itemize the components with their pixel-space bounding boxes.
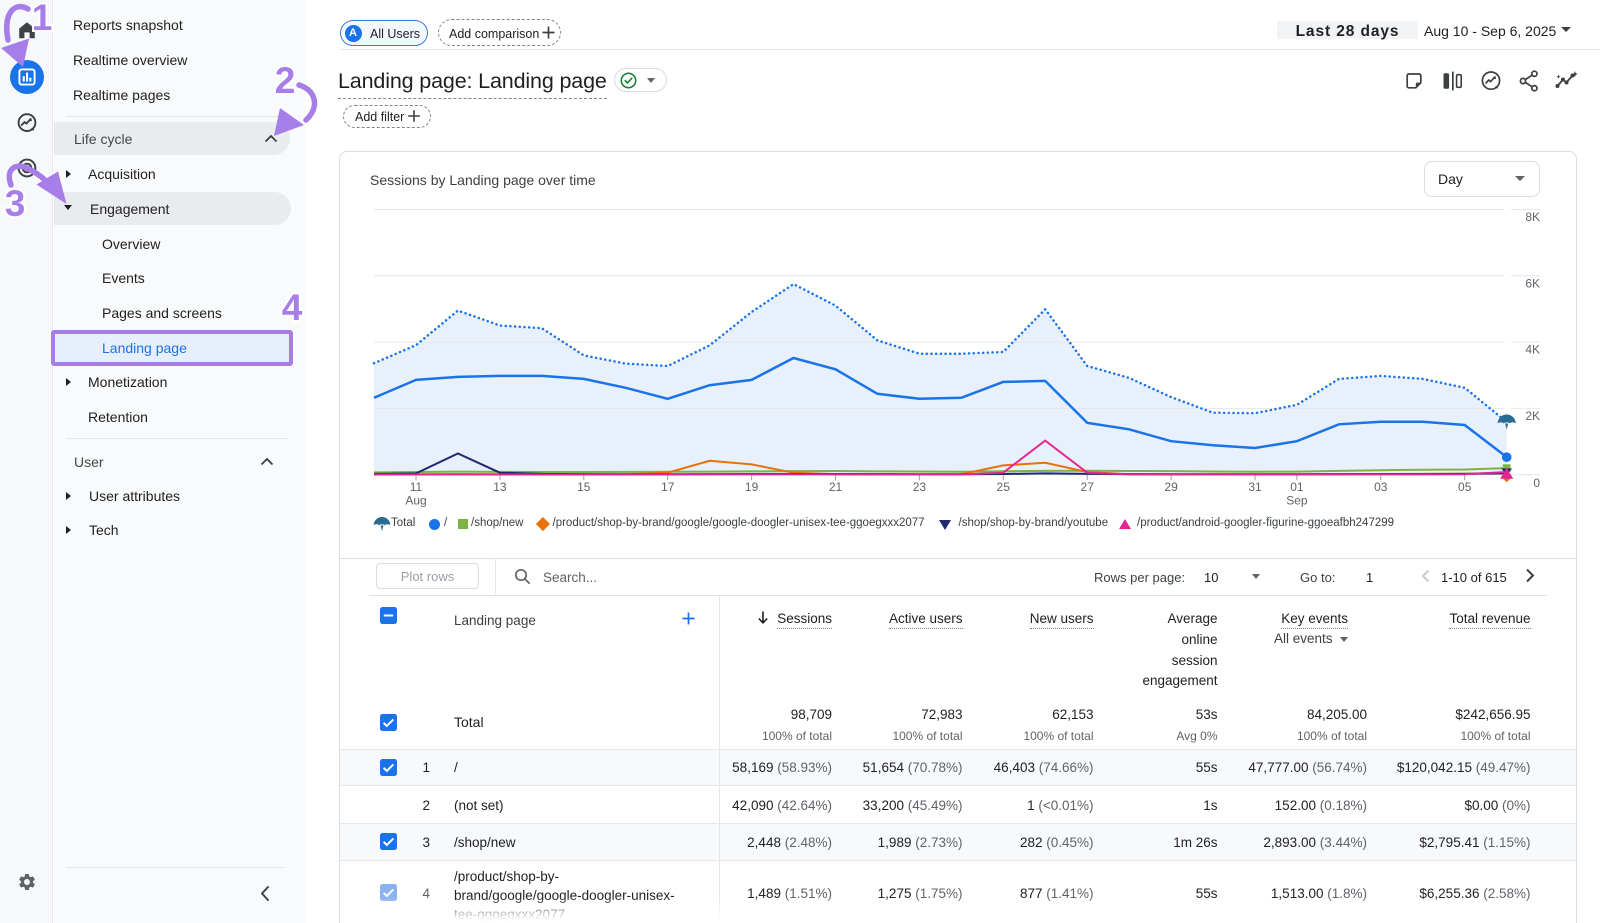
svg-text:27: 27: [1081, 480, 1095, 494]
svg-text:15: 15: [577, 480, 591, 494]
svg-text:19: 19: [745, 480, 759, 494]
svg-text:29: 29: [1164, 480, 1178, 494]
svg-text:8K: 8K: [1525, 210, 1540, 224]
svg-text:Sep: Sep: [1286, 494, 1308, 508]
svg-text:25: 25: [997, 480, 1011, 494]
svg-text:13: 13: [493, 480, 507, 494]
svg-text:31: 31: [1248, 480, 1262, 494]
svg-text:0: 0: [1533, 476, 1540, 490]
svg-text:05: 05: [1458, 480, 1472, 494]
svg-text:2K: 2K: [1525, 409, 1540, 423]
svg-text:11: 11: [410, 480, 423, 494]
svg-text:17: 17: [661, 480, 675, 494]
svg-text:23: 23: [913, 480, 927, 494]
svg-text:Aug: Aug: [405, 494, 426, 508]
svg-text:6K: 6K: [1525, 276, 1540, 290]
svg-text:4K: 4K: [1525, 343, 1540, 357]
svg-text:21: 21: [829, 480, 843, 494]
svg-text:01: 01: [1290, 480, 1304, 494]
svg-text:03: 03: [1374, 480, 1388, 494]
